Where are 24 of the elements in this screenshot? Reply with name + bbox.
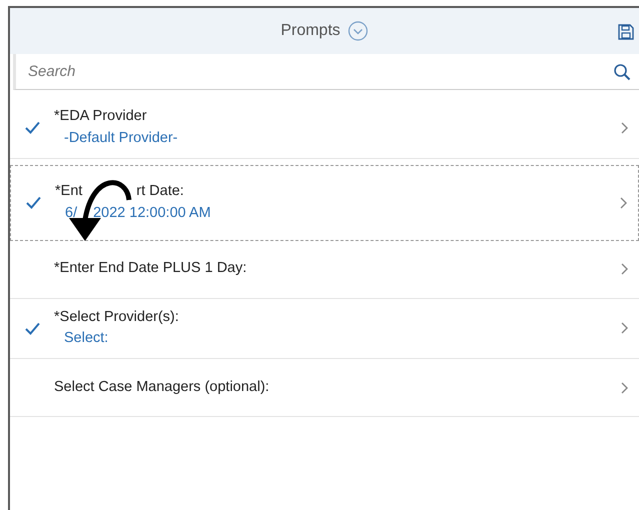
panel-title: Prompts [280,21,340,41]
prompt-value: Select: [64,329,108,348]
search-field[interactable]: Search [16,54,613,88]
chevron-right-icon[interactable] [620,122,628,134]
prompt-label: *Enter End Date PLUS 1 Day: [54,259,247,278]
prompt-value: 2022 12:00:00 AM [93,204,211,222]
prompt-label: *Select Provider(s): [54,308,179,326]
prompt-label: *Ent [55,182,82,201]
prompt-value: 6/ [65,204,78,222]
prompt-row[interactable]: *Enter End Date PLUS 1 Day: [10,240,639,298]
prompt-label: Select Case Managers (optional): [54,378,270,397]
prompt-value: -Default Provider- [64,128,178,148]
chevron-down-icon[interactable] [348,21,368,41]
prompt-label: *EDA Provider [54,107,147,126]
chevron-right-icon[interactable] [620,322,628,334]
chevron-right-icon[interactable] [620,196,626,208]
prompt-label: rt Date: [136,182,184,201]
prompt-row[interactable]: Select Case Managers (optional): [10,359,639,417]
prompt-row[interactable]: *Select Provider(s): Select: [10,298,639,359]
prompt-row[interactable]: *EDA Provider -Default Provider- [10,98,639,158]
search-icon[interactable] [613,62,631,80]
chevron-right-icon[interactable] [620,382,628,394]
prompt-row[interactable]: *Ent rt Date: 6/ 2022 12:00:00 AM [10,164,639,240]
chevron-right-icon[interactable] [620,263,628,275]
